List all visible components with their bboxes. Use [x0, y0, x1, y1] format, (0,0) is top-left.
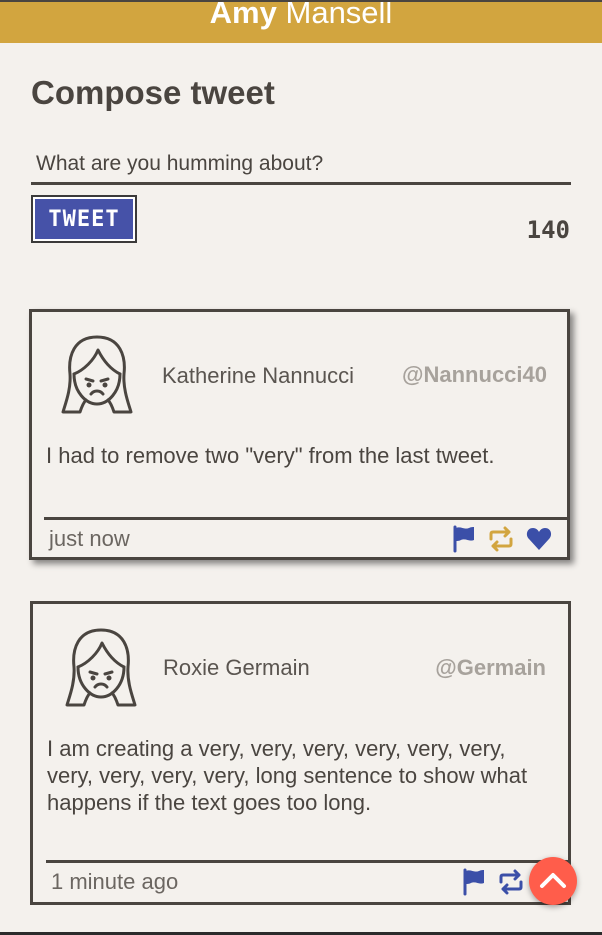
tweet-author-name: Roxie Germain — [163, 655, 310, 680]
compose-title: Compose tweet — [31, 74, 275, 111]
character-counter: 140 — [526, 216, 570, 244]
user-first-name: Amy — [209, 0, 277, 30]
tweet-input[interactable] — [31, 146, 571, 185]
flag-icon[interactable] — [449, 525, 477, 553]
user-last-name: Mansell — [285, 0, 393, 30]
tweet-footer: just now — [44, 517, 567, 557]
retweet-icon[interactable] — [497, 868, 525, 896]
tweet-timestamp: 1 minute ago — [51, 869, 179, 894]
heart-icon[interactable] — [525, 525, 553, 553]
tweet-footer: 1 minute ago — [46, 860, 568, 902]
avatar-icon — [65, 628, 137, 707]
tweet-card: Katherine Nannucci @Nannucci40 I had to … — [29, 309, 570, 560]
tweet-text: I had to remove two "very" from the last… — [46, 443, 495, 468]
tweet-author-handle: @Nannucci40 — [402, 362, 547, 387]
scroll-to-top-button[interactable] — [529, 857, 577, 905]
tweet-author-name: Katherine Nannucci — [162, 363, 355, 388]
tweet-text: I am creating a very, very, very, very, … — [47, 736, 528, 815]
chevron-up-icon — [540, 873, 566, 888]
top-nav: Amy Mansell — [0, 0, 602, 43]
tweet-card: Roxie Germain @Germain I am creating a v… — [30, 601, 571, 905]
avatar-icon — [61, 335, 133, 414]
tweet-timestamp: just now — [49, 526, 130, 551]
flag-icon[interactable] — [459, 868, 487, 896]
retweet-icon[interactable] — [487, 525, 515, 553]
tweet-button[interactable]: TWEET — [31, 195, 137, 243]
user-full-name: Amy Mansell — [0, 0, 602, 31]
tweet-author-handle: @Germain — [435, 655, 546, 680]
